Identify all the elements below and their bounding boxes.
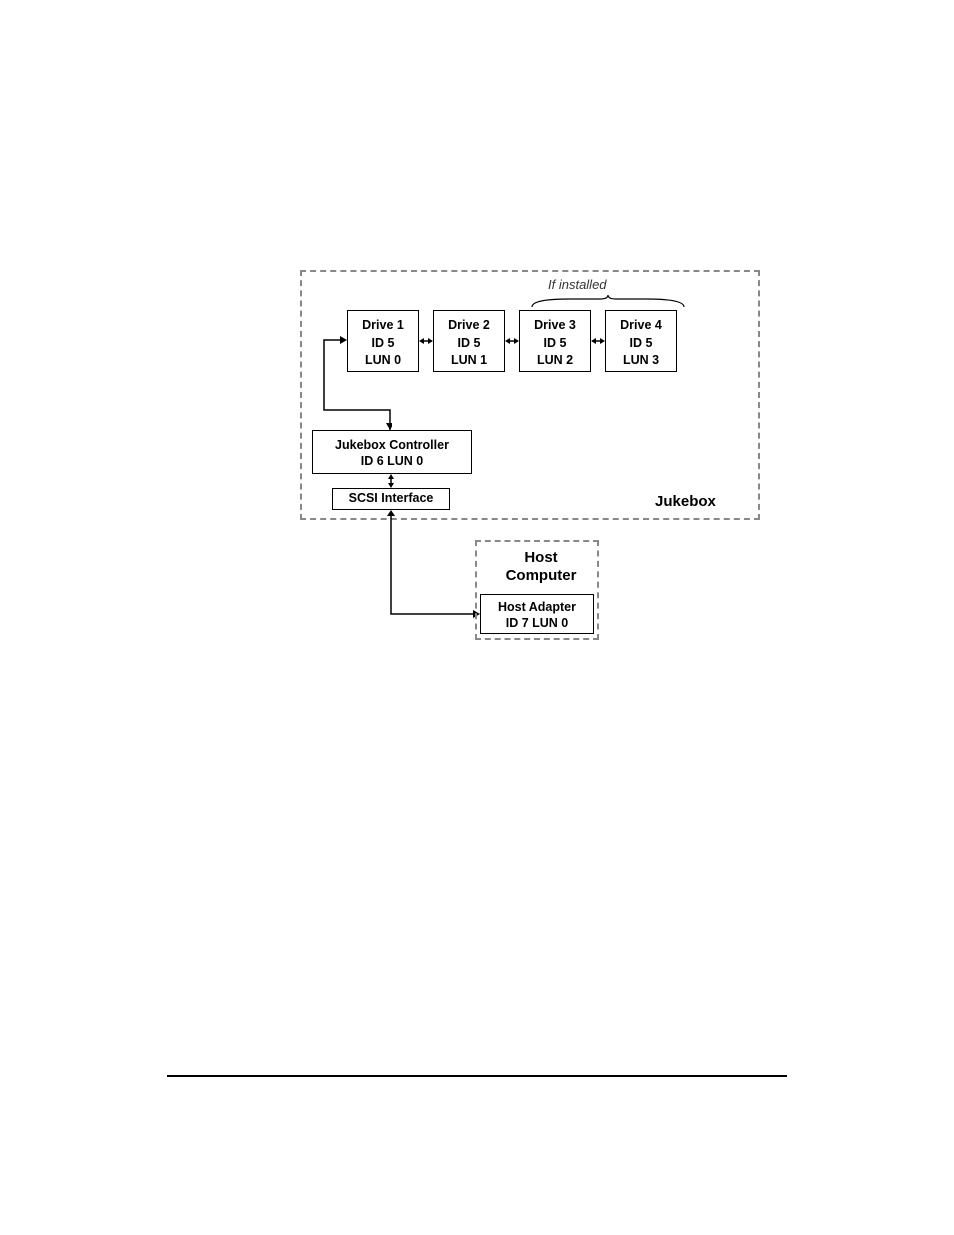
bidir-arrow-icon	[505, 336, 519, 346]
adapter-title: Host Adapter	[481, 599, 593, 615]
bidir-arrow-icon	[591, 336, 605, 346]
adapter-id-lun: ID 7 LUN 0	[481, 615, 593, 631]
drive-lun: LUN 1	[434, 352, 504, 370]
host-adapter-box: Host Adapter ID 7 LUN 0	[480, 594, 594, 634]
jukebox-label: Jukebox	[655, 493, 716, 510]
drive-box-2: Drive 2 ID 5 LUN 1	[433, 310, 505, 372]
drive-box-4: Drive 4 ID 5 LUN 3	[605, 310, 677, 372]
controller-title: Jukebox Controller	[313, 437, 471, 453]
brace-icon	[530, 295, 690, 309]
jukebox-controller-box: Jukebox Controller ID 6 LUN 0	[312, 430, 472, 474]
bidir-arrow-icon	[386, 474, 396, 488]
drive-name: Drive 4	[606, 317, 676, 335]
drive-name: Drive 3	[520, 317, 590, 335]
drive-name: Drive 2	[434, 317, 504, 335]
controller-id-lun: ID 6 LUN 0	[313, 453, 471, 469]
drive-id: ID 5	[606, 335, 676, 353]
connector-line	[386, 510, 486, 620]
host-computer-label: Host Computer	[496, 549, 586, 585]
scsi-label: SCSI Interface	[349, 491, 434, 505]
scsi-jukebox-diagram: If installed Drive 1 ID 5 LUN 0 Drive 2 …	[300, 270, 800, 670]
bidir-arrow-icon	[419, 336, 433, 346]
drive-lun: LUN 3	[606, 352, 676, 370]
drive-id: ID 5	[434, 335, 504, 353]
horizontal-rule	[167, 1075, 787, 1077]
drive-box-3: Drive 3 ID 5 LUN 2	[519, 310, 591, 372]
drive-id: ID 5	[520, 335, 590, 353]
if-installed-label: If installed	[548, 277, 607, 292]
connector-line	[320, 330, 392, 430]
drive-lun: LUN 2	[520, 352, 590, 370]
scsi-interface-box: SCSI Interface	[332, 488, 450, 510]
